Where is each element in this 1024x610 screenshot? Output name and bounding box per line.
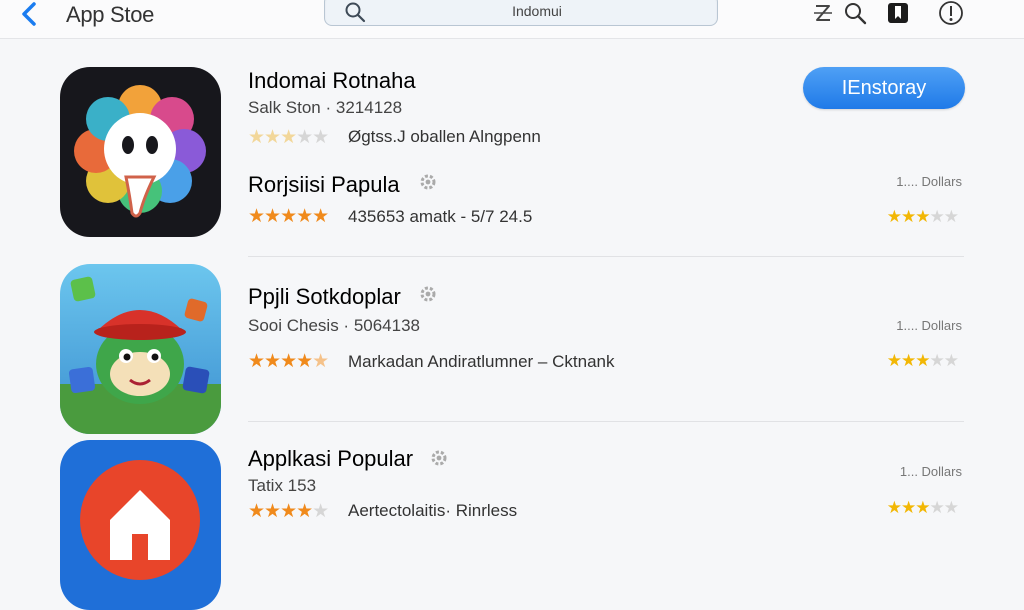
app-title: App Stoe <box>66 2 155 27</box>
right-rating-stars: ★★★★★ <box>886 498 959 517</box>
featured-app-name[interactable]: Indomai Rotnaha <box>248 68 416 94</box>
price-label: 1.... Dollars <box>896 318 962 333</box>
price-label: 1... Dollars <box>899 464 962 479</box>
right-rating-stars: ★★★★★ <box>886 207 959 226</box>
gear-icon <box>420 174 436 190</box>
featured-app-description: Øgtss.J oballen Alngpenn <box>348 127 541 146</box>
divider <box>248 421 964 422</box>
info-icon[interactable] <box>938 0 964 26</box>
app-subtitle: Sooi Chesis · 5064138 <box>248 316 421 335</box>
app-name[interactable]: Ppjli Sotkdoplar <box>248 284 401 310</box>
search-bar[interactable] <box>324 0 718 26</box>
rating-text: Markadan Andiratlumner – Cktnank <box>348 352 615 371</box>
install-button[interactable]: IEnstoray <box>803 67 965 109</box>
divider <box>248 256 964 257</box>
rating-stars: ★★★★★ <box>248 351 329 372</box>
magnifier-icon[interactable] <box>842 0 868 26</box>
flower-ghost-logo-icon <box>74 85 206 218</box>
rating-text: Aertectolaitis· Rinrless <box>348 501 518 520</box>
gear-icon <box>420 286 436 302</box>
gear-icon <box>431 450 447 466</box>
app-icon[interactable] <box>60 440 221 610</box>
zigzag-icon[interactable] <box>810 0 836 26</box>
home-app-icon <box>80 460 200 580</box>
price-label: 1.... Dollars <box>896 174 962 189</box>
app-icon[interactable] <box>60 264 221 434</box>
rating-text: 435653 amatk - 5/7 24.5 <box>348 207 533 226</box>
rating-stars: ★★★★★ <box>248 206 329 227</box>
cartoon-character-icon <box>60 276 221 434</box>
top-bar: App Stoe <box>0 0 1024 39</box>
app-name[interactable]: Applkasi Popular <box>248 446 413 472</box>
right-rating-stars: ★★★★★ <box>886 351 959 370</box>
search-input[interactable] <box>385 0 689 22</box>
bookmark-icon[interactable] <box>885 0 911 26</box>
featured-app-icon[interactable] <box>60 67 221 237</box>
app-name[interactable]: Rorjsiisi Papula <box>248 172 400 198</box>
featured-app-subtitle: Salk Ston · 3214128 <box>248 98 403 117</box>
back-chevron-icon[interactable] <box>14 0 44 30</box>
app-subtitle: Tatix 153 <box>248 476 317 495</box>
search-icon <box>345 2 366 23</box>
featured-rating-stars: ★★★★★ <box>248 127 329 148</box>
